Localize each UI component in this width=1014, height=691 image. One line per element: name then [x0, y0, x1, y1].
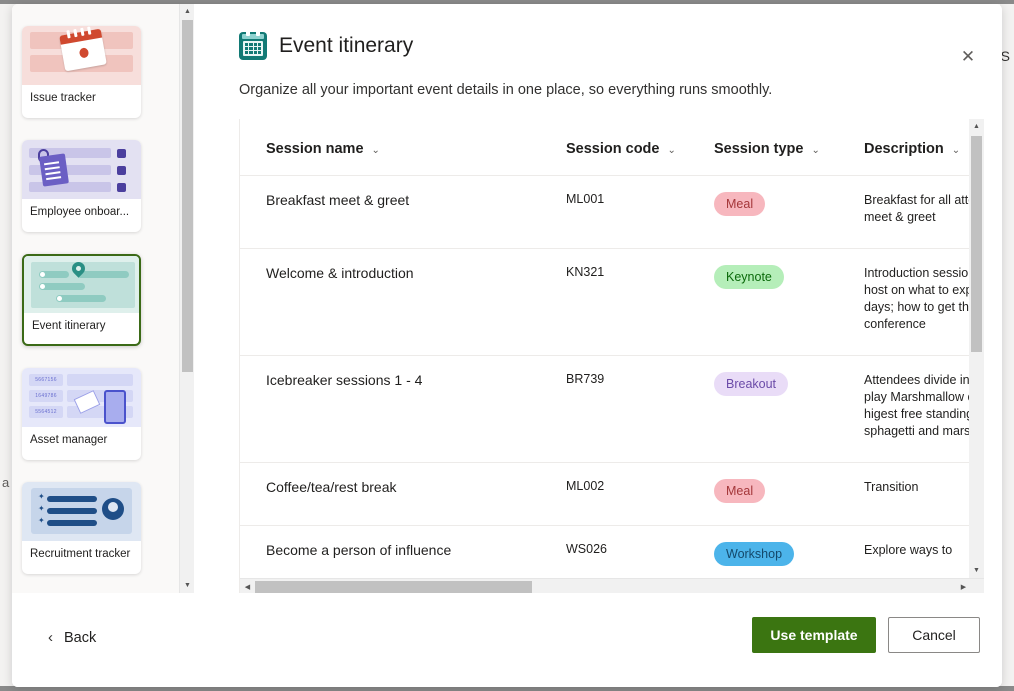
template-picker-dialog: Issue tracker Employee onboar... Event i…: [12, 4, 1002, 687]
cell-session-name: Breakfast meet & greet: [240, 175, 540, 249]
gallery-scrollbar[interactable]: ▲ ▼: [179, 4, 194, 593]
cell-description: Introduction session by the conference h…: [838, 248, 970, 356]
column-header-session-code[interactable]: Session code ⌄: [540, 119, 688, 176]
cell-session-code: KN321: [540, 248, 688, 356]
chevron-down-icon[interactable]: ⌄: [952, 145, 960, 156]
table-row[interactable]: Welcome & introduction KN321 Keynote Int…: [240, 248, 970, 356]
table-scroll-right-icon[interactable]: ▶: [956, 579, 971, 594]
back-button[interactable]: ‹ Back: [44, 623, 100, 652]
asset-manager-thumb: 5667156 1649786 5564512: [22, 368, 141, 427]
cell-session-name: Coffee/tea/rest break: [240, 462, 540, 526]
template-card-label: Asset manager: [30, 434, 108, 446]
asset-id-3: 5564512: [29, 406, 63, 418]
cell-description: Breakfast for all attendees and informal…: [838, 175, 970, 249]
table-row[interactable]: Breakfast meet & greet ML001 Meal Breakf…: [240, 175, 970, 249]
use-template-button[interactable]: Use template: [752, 617, 876, 653]
dialog-body: Issue tracker Employee onboar... Event i…: [12, 4, 1002, 594]
column-header-session-type[interactable]: Session type ⌄: [688, 119, 838, 176]
table-scroll-down-icon[interactable]: ▼: [969, 563, 984, 578]
background-right-rail: [1000, 4, 1014, 687]
status-badge: Meal: [714, 479, 766, 503]
recruitment-tracker-thumb: ✦ ✦ ✦: [22, 482, 141, 541]
cell-session-type: Meal: [688, 175, 838, 249]
template-card-issue-tracker[interactable]: Issue tracker: [22, 26, 141, 118]
template-card-label: Recruitment tracker: [30, 548, 131, 560]
table-header: Session name ⌄ Session code ⌄ Session type…: [240, 119, 970, 176]
table-vertical-scrollbar[interactable]: ▲ ▼: [969, 119, 984, 578]
cell-session-type: Keynote: [688, 248, 838, 356]
gallery-scrollbar-thumb[interactable]: [182, 20, 193, 372]
column-label: Session name: [266, 141, 364, 157]
event-itinerary-thumb: [24, 256, 139, 313]
template-card-event-itinerary[interactable]: Event itinerary: [22, 254, 141, 346]
cell-description: Attendees divide into groups of 4 and pl…: [838, 355, 970, 463]
column-label: Session type: [714, 141, 804, 157]
table-body: Breakfast meet & greet ML001 Meal Breakf…: [240, 175, 970, 578]
table-scroll-up-icon[interactable]: ▲: [969, 119, 984, 134]
table-horizontal-scrollbar[interactable]: ◀ ▶: [240, 578, 984, 594]
page-title: Event itinerary: [279, 34, 414, 57]
template-gallery: Issue tracker Employee onboar... Event i…: [12, 4, 194, 593]
chevron-down-icon[interactable]: ⌄: [372, 145, 380, 156]
issue-tracker-thumb: [22, 26, 141, 85]
table-scroll-left-icon[interactable]: ◀: [240, 579, 255, 594]
cell-session-code: BR739: [540, 355, 688, 463]
cell-session-code: ML001: [540, 175, 688, 249]
template-card-recruitment-tracker[interactable]: ✦ ✦ ✦ Recruitment tracker: [22, 482, 141, 574]
employee-onboarding-thumb: [22, 140, 141, 199]
table-row[interactable]: Become a person of influence WS026 Works…: [240, 525, 970, 578]
column-header-description[interactable]: Description ⌄: [838, 119, 970, 176]
app-root: a T S: [0, 0, 1014, 691]
template-card-label: Employee onboar...: [30, 206, 130, 218]
template-card-asset-manager[interactable]: 5667156 1649786 5564512 Asset manager: [22, 368, 141, 460]
cell-description: Transition: [838, 462, 970, 526]
cell-session-name: Icebreaker sessions 1 - 4: [240, 355, 540, 463]
table-row[interactable]: Icebreaker sessions 1 - 4 BR739 Breakout…: [240, 355, 970, 463]
table-header-row: Session name ⌄ Session code ⌄ Session type…: [240, 119, 970, 176]
cell-session-code: WS026: [540, 525, 688, 578]
cell-session-name: Become a person of influence: [240, 525, 540, 578]
asset-id-1: 5667156: [29, 374, 63, 386]
footer-actions: Use template Cancel: [752, 617, 980, 653]
session-table: Session name ⌄ Session code ⌄ Session type…: [240, 119, 970, 578]
cell-session-type: Breakout: [688, 355, 838, 463]
template-preview-table: Session name ⌄ Session code ⌄ Session type…: [239, 119, 984, 594]
table-horizontal-scrollbar-thumb[interactable]: [255, 581, 532, 593]
cell-session-name: Welcome & introduction: [240, 248, 540, 356]
cell-description: Explore ways to: [838, 525, 970, 578]
gallery-scroll-up-icon[interactable]: ▲: [180, 4, 194, 19]
column-label: Session code: [566, 141, 660, 157]
cell-session-code: ML002: [540, 462, 688, 526]
dialog-footer: ‹ Back Use template Cancel: [12, 593, 1002, 687]
status-badge: Breakout: [714, 372, 789, 396]
column-label: Description: [864, 141, 944, 157]
gallery-scroll-area: Issue tracker Employee onboar... Event i…: [12, 4, 179, 593]
status-badge: Keynote: [714, 265, 784, 289]
cell-session-type: Meal: [688, 462, 838, 526]
template-card-label: Event itinerary: [32, 320, 106, 332]
template-card-employee-onboarding[interactable]: Employee onboar...: [22, 140, 141, 232]
table-vertical-scrollbar-thumb[interactable]: [971, 136, 982, 352]
dialog-header: Event itinerary: [239, 31, 978, 60]
background-right-text: S: [1000, 48, 1010, 64]
chevron-down-icon[interactable]: ⌄: [811, 145, 819, 156]
cell-session-type: Workshop: [688, 525, 838, 578]
close-icon[interactable]: ✕: [952, 40, 984, 72]
status-badge: Workshop: [714, 542, 795, 566]
cancel-button[interactable]: Cancel: [888, 617, 980, 653]
template-card-label: Issue tracker: [30, 92, 96, 104]
back-button-label: Back: [64, 629, 97, 646]
column-header-session-name[interactable]: Session name ⌄: [240, 119, 540, 176]
gallery-scroll-down-icon[interactable]: ▼: [180, 578, 194, 593]
calendar-icon: [239, 31, 267, 60]
table-viewport: Session name ⌄ Session code ⌄ Session type…: [240, 119, 970, 578]
dialog-subtitle: Organize all your important event detail…: [239, 82, 773, 98]
status-badge: Meal: [714, 192, 766, 216]
chevron-down-icon[interactable]: ⌄: [667, 145, 675, 156]
asset-id-2: 1649786: [29, 390, 63, 402]
chevron-left-icon: ‹: [48, 629, 53, 646]
table-row[interactable]: Coffee/tea/rest break ML002 Meal Transit…: [240, 462, 970, 526]
